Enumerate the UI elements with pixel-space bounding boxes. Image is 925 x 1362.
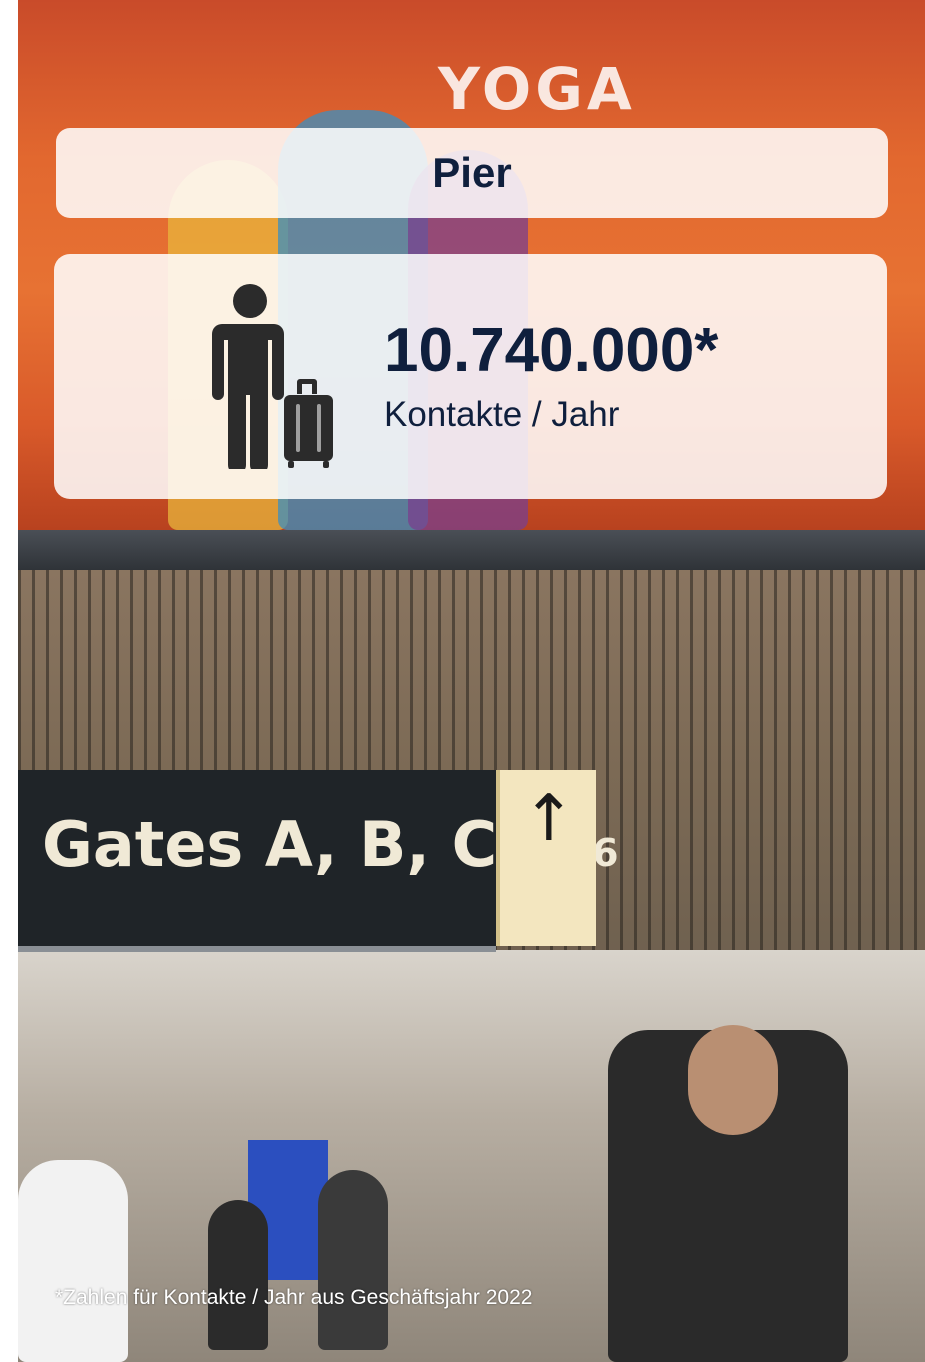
contacts-value: 10.740.000*: [384, 316, 719, 385]
contacts-label: Kontakte / Jahr: [384, 395, 620, 434]
gate-sign: Gates A, B, C08-16: [18, 770, 619, 952]
page-title: Pier: [432, 149, 512, 196]
traveler-left: [18, 1160, 128, 1362]
page: YOGA Gates A, B, C08-16 ↑ Pier: [0, 0, 925, 1362]
ceiling-beam: [18, 530, 925, 570]
traveler-woman: [208, 1200, 268, 1350]
gate-sign-arrow-panel: ↑: [496, 770, 596, 946]
stats-panel: 10.740.000* Kontakte / Jahr: [54, 254, 887, 499]
traveler-foreground-head: [688, 1025, 778, 1135]
gate-sign-text: Gates A, B, C: [42, 808, 498, 881]
arrow-up-icon: ↑: [522, 782, 576, 856]
title-panel: Pier: [56, 128, 888, 218]
traveler-with-suitcase-icon: [212, 284, 333, 469]
billboard-brand: YOGA: [438, 55, 636, 123]
footnote: *Zahlen für Kontakte / Jahr aus Geschäft…: [55, 1286, 533, 1309]
traveler-man: [318, 1170, 388, 1350]
